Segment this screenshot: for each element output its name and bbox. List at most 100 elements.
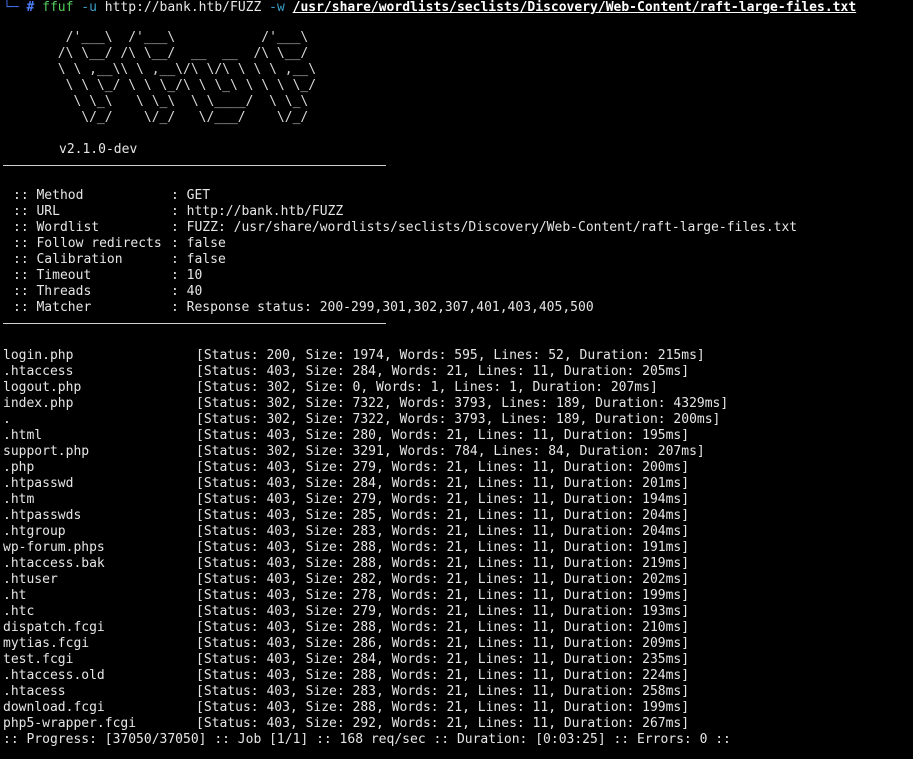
config-value: : false [171,252,226,267]
result-status: [Status: 403, Size: 284, Words: 21, Line… [196,476,690,491]
result-status: [Status: 403, Size: 279, Words: 21, Line… [196,604,690,619]
result-row: download.fcgi [Status: 403, Size: 288, Wo… [3,700,913,716]
config-row: :: Matcher: Response status: 200-299,301… [3,300,913,316]
divider [3,323,386,324]
result-row: test.fcgi [Status: 403, Size: 284, Words:… [3,652,913,668]
result-row: index.php [Status: 302, Size: 7322, Words… [3,396,913,412]
result-path: .ht [3,588,27,603]
config-row: :: Follow redirects : false [3,236,913,252]
result-path: dispatch.fcgi [3,620,105,635]
result-path: .html [3,428,43,443]
config-value: : http://bank.htb/FUZZ [171,204,344,219]
wordlist-flag: -w [269,0,285,15]
result-path: .htpasswds [3,508,82,523]
url-flag: -u [81,0,97,15]
result-path: login.php [3,348,74,363]
config-key: :: Method [13,188,84,203]
result-path: logout.php [3,380,82,395]
result-row: .htgroup [Status: 403, Size: 283, Words: … [3,524,913,540]
config-value: : GET [171,188,211,203]
result-status: [Status: 403, Size: 288, Words: 21, Line… [196,540,690,555]
prompt-corner-glyph: └─ [3,0,19,15]
result-status: [Status: 403, Size: 288, Words: 21, Line… [196,556,690,571]
config-key: :: Threads [13,284,92,299]
result-row: dispatch.fcgi [Status: 403, Size: 288, Wo… [3,620,913,636]
result-path: test.fcgi [3,652,74,667]
result-row: .htacess [Status: 403, Size: 283, Words: … [3,684,913,700]
config-value: : Response status: 200-299,301,302,307,4… [171,300,594,315]
result-row: .htpasswds [Status: 403, Size: 285, Words… [3,508,913,524]
result-status: [Status: 403, Size: 284, Words: 21, Line… [196,652,690,667]
result-row: .htpasswd [Status: 403, Size: 284, Words:… [3,476,913,492]
terminal-window[interactable]: └─ # ffuf -u http://bank.htb/FUZZ -w /us… [0,0,913,759]
results-list: login.php [Status: 200, Size: 1974, Words… [3,348,913,732]
result-status: [Status: 403, Size: 288, Words: 21, Line… [196,668,690,683]
config-value: : 10 [171,268,203,283]
config-value: : false [171,236,226,251]
result-status: [Status: 302, Size: 7322, Words: 3793, L… [196,396,729,411]
result-status: [Status: 403, Size: 283, Words: 21, Line… [196,524,690,539]
result-status: [Status: 403, Size: 286, Words: 21, Line… [196,636,690,651]
banner-line: \/_/ \/_/ \/___/ \/_/ [3,110,309,125]
result-path: .htpasswd [3,476,74,491]
config-key: :: Calibration [13,252,123,267]
result-path: .htaccess.old [3,668,105,683]
banner-line: /'___\ /'___\ /'___\ [3,30,309,45]
result-row: mytias.fcgi [Status: 403, Size: 286, Word… [3,636,913,652]
result-row: . [Status: 302, Size: 7322, Words: 3793, … [3,412,913,428]
result-path: support.php [3,444,90,459]
banner-line: /\ \__/ /\ \__/ __ __ /\ \__/ [3,46,309,61]
result-status: [Status: 403, Size: 288, Words: 21, Line… [196,620,690,635]
version-label: v2.1.0-dev [59,142,138,157]
ffuf-ascii-banner: /'___\ /'___\ /'___\ /\ \__/ /\ \__/ __ … [3,30,913,126]
result-path: .htm [3,492,35,507]
banner-line: \ \_\ \ \_\ \ \____/ \ \_\ [3,94,309,109]
result-path: .htuser [3,572,58,587]
result-status: [Status: 302, Size: 0, Words: 1, Lines: … [196,380,658,395]
config-block: :: Method : GET :: URL : http://bank.htb/F… [3,188,913,316]
command-name: ffuf [42,0,74,15]
config-key: :: Follow redirects [13,236,162,251]
result-status: [Status: 403, Size: 279, Words: 21, Line… [196,492,690,507]
result-status: [Status: 403, Size: 282, Words: 21, Line… [196,572,690,587]
config-value: : 40 [171,284,203,299]
result-path: . [3,412,11,427]
result-path: download.fcgi [3,700,105,715]
result-path: php5-wrapper.fcgi [3,716,137,731]
result-status: [Status: 302, Size: 3291, Words: 784, Li… [196,444,705,459]
result-path: .htgroup [3,524,66,539]
result-status: [Status: 302, Size: 7322, Words: 3793, L… [196,412,721,427]
config-row: :: Calibration : false [3,252,913,268]
result-row: .htuser [Status: 403, Size: 282, Words: 2… [3,572,913,588]
config-row: :: Timeout : 10 [3,268,913,284]
result-row: support.php [Status: 302, Size: 3291, Wor… [3,444,913,460]
config-row: :: Threads : 40 [3,284,913,300]
result-path: .php [3,460,35,475]
result-row: .htaccess [Status: 403, Size: 284, Words:… [3,364,913,380]
command-prompt-line[interactable]: └─ # ffuf -u http://bank.htb/FUZZ -w /us… [3,0,913,16]
result-path: index.php [3,396,74,411]
result-status: [Status: 403, Size: 288, Words: 21, Line… [196,700,690,715]
result-status: [Status: 403, Size: 280, Words: 21, Line… [196,428,690,443]
result-row: .ht [Status: 403, Size: 278, Words: 21, L… [3,588,913,604]
config-key: :: Timeout [13,268,92,283]
result-path: mytias.fcgi [3,636,90,651]
result-status: [Status: 403, Size: 278, Words: 21, Line… [196,588,690,603]
result-status: [Status: 403, Size: 279, Words: 21, Line… [196,460,690,475]
result-row: wp-forum.phps [Status: 403, Size: 288, Wo… [3,540,913,556]
result-path: .htaccess [3,364,74,379]
result-row: .htaccess.bak [Status: 403, Size: 288, Wo… [3,556,913,572]
config-key: :: URL [13,204,60,219]
result-row: .php [Status: 403, Size: 279, Words: 21, … [3,460,913,476]
config-key: :: Wordlist [13,220,100,235]
result-row: .htaccess.old [Status: 403, Size: 288, Wo… [3,668,913,684]
result-row: .htc [Status: 403, Size: 279, Words: 21, … [3,604,913,620]
result-path: .htaccess.bak [3,556,105,571]
result-status: [Status: 403, Size: 292, Words: 21, Line… [196,716,690,731]
result-status: [Status: 403, Size: 284, Words: 21, Line… [196,364,690,379]
result-status: [Status: 403, Size: 283, Words: 21, Line… [196,684,690,699]
result-path: wp-forum.phps [3,540,105,555]
config-row: :: Method : GET [3,188,913,204]
divider [3,165,386,166]
config-value: : FUZZ: /usr/share/wordlists/seclists/Di… [171,220,798,235]
